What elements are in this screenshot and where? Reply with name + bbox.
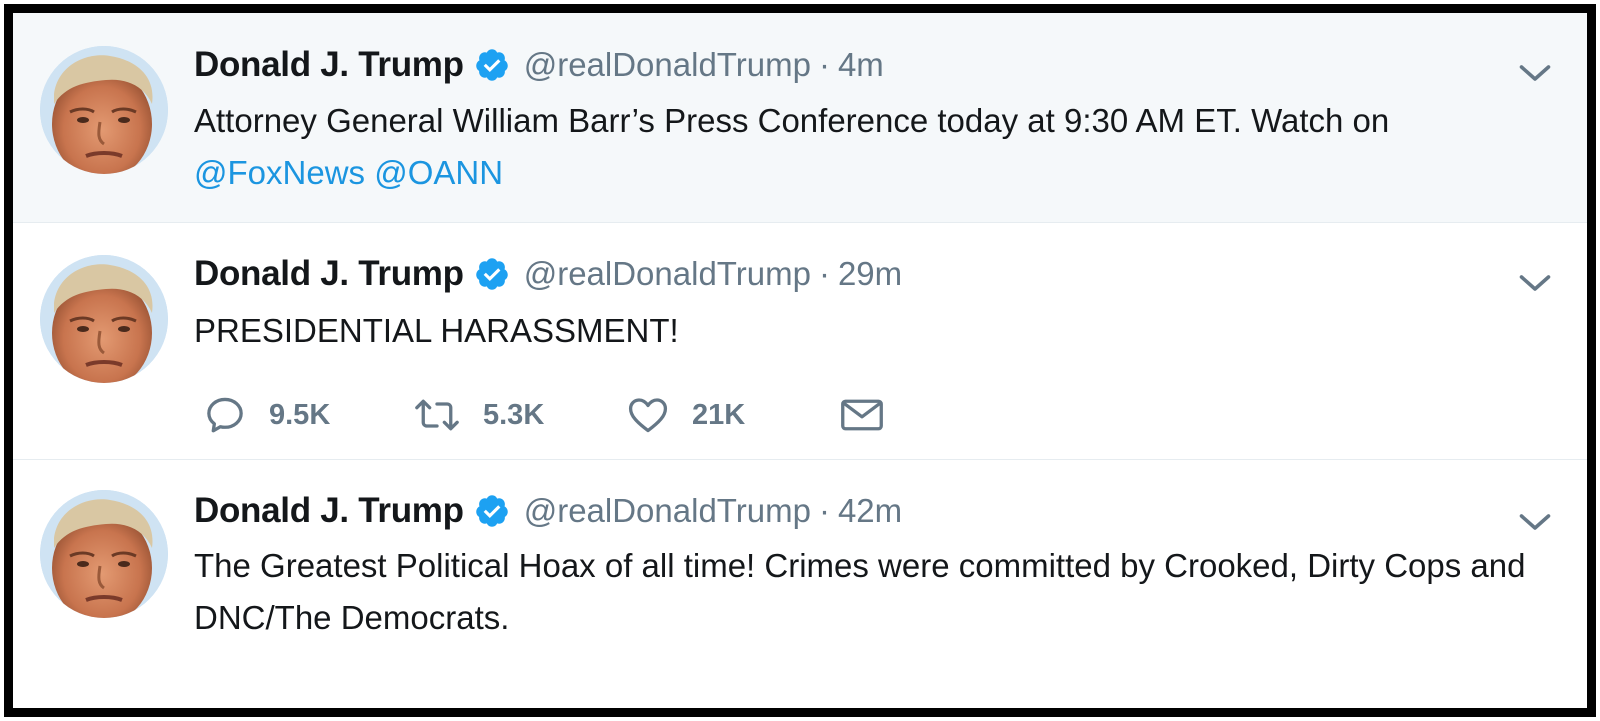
like-button[interactable]: 21K bbox=[626, 393, 838, 437]
heart-icon bbox=[628, 398, 668, 433]
separator-dot: · bbox=[818, 255, 830, 292]
chevron-down-icon[interactable] bbox=[1517, 504, 1553, 540]
verified-badge-icon bbox=[474, 256, 510, 292]
avatar[interactable] bbox=[40, 255, 168, 383]
tweet-text: The Greatest Political Hoax of all time!… bbox=[194, 540, 1534, 644]
author-name[interactable]: Donald J. Trump bbox=[194, 45, 464, 85]
retweet-count: 5.3K bbox=[483, 398, 545, 431]
tweet-header: Donald J. Trump @realDonaldTrump · 4m bbox=[194, 43, 884, 87]
tweet-item[interactable]: Donald J. Trump @realDonaldTrump · 29m P… bbox=[13, 223, 1587, 460]
author-handle[interactable]: @realDonaldTrump bbox=[524, 255, 811, 293]
retweet-icon bbox=[415, 399, 459, 431]
retweet-button[interactable]: 5.3K bbox=[413, 393, 626, 437]
verified-badge-icon bbox=[474, 47, 510, 83]
tweet-item[interactable]: Donald J. Trump @realDonaldTrump · 42m T… bbox=[13, 460, 1587, 707]
reply-count: 9.5K bbox=[269, 398, 331, 431]
separator-dot: · bbox=[818, 46, 830, 83]
reply-button[interactable]: 9.5K bbox=[203, 393, 413, 437]
separator-dot: · bbox=[818, 492, 830, 529]
verified-badge-icon bbox=[474, 493, 510, 529]
author-handle[interactable]: @realDonaldTrump bbox=[524, 492, 811, 530]
avatar[interactable] bbox=[40, 490, 168, 618]
envelope-icon bbox=[841, 399, 883, 431]
reply-icon bbox=[207, 397, 243, 433]
chevron-down-icon[interactable] bbox=[1517, 55, 1553, 91]
tweet-body: Attorney General William Barr’s Press Co… bbox=[194, 102, 1390, 139]
avatar[interactable] bbox=[40, 46, 168, 174]
direct-message-button[interactable] bbox=[838, 393, 886, 437]
author-name[interactable]: Donald J. Trump bbox=[194, 491, 464, 531]
chevron-down-icon[interactable] bbox=[1517, 265, 1553, 301]
tweet-timeline: Donald J. Trump @realDonaldTrump · 4m At… bbox=[4, 4, 1596, 717]
author-name[interactable]: Donald J. Trump bbox=[194, 254, 464, 294]
author-handle[interactable]: @realDonaldTrump bbox=[524, 46, 811, 84]
like-count: 21K bbox=[692, 398, 746, 431]
tweet-timestamp[interactable]: 29m bbox=[838, 255, 902, 293]
mention-link[interactable]: @FoxNews bbox=[194, 154, 365, 191]
tweet-timestamp[interactable]: 42m bbox=[838, 492, 902, 530]
tweet-text: Attorney General William Barr’s Press Co… bbox=[194, 95, 1534, 199]
tweet-timestamp[interactable]: 4m bbox=[838, 46, 884, 84]
tweet-body: PRESIDENTIAL HARASSMENT! bbox=[194, 312, 679, 349]
tweet-item[interactable]: Donald J. Trump @realDonaldTrump · 4m At… bbox=[13, 13, 1587, 223]
tweet-header: Donald J. Trump @realDonaldTrump · 42m bbox=[194, 489, 902, 533]
tweet-body: The Greatest Political Hoax of all time!… bbox=[194, 547, 1526, 636]
tweet-header: Donald J. Trump @realDonaldTrump · 29m bbox=[194, 252, 902, 296]
tweet-actions: 9.5K 5.3K 21K bbox=[203, 391, 886, 439]
tweet-text: PRESIDENTIAL HARASSMENT! bbox=[194, 305, 1534, 357]
mention-link[interactable]: @OANN bbox=[374, 154, 503, 191]
